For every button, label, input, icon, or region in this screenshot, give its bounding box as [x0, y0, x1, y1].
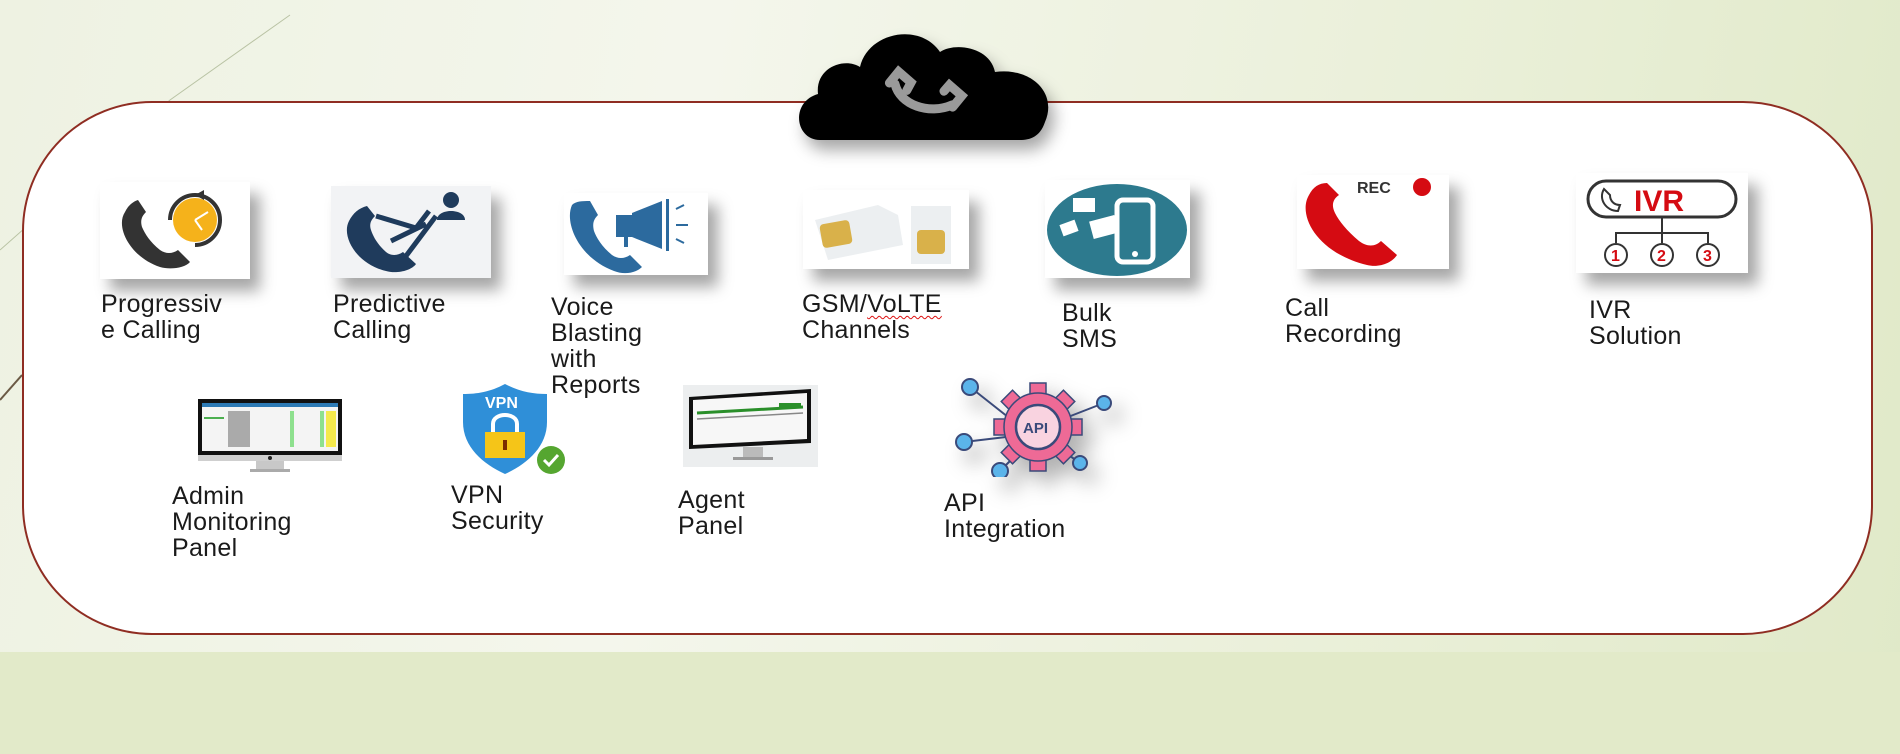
progressive-calling-icon [100, 182, 250, 279]
bulk-sms-icon [1045, 180, 1190, 278]
rec-badge-text: REC [1357, 180, 1391, 197]
agent-monitor-icon [683, 385, 818, 467]
call-recording-icon: REC [1297, 175, 1449, 269]
feature-label: Progressiv e Calling [101, 290, 223, 344]
predictive-calling-icon [331, 186, 491, 278]
voice-blasting-icon [564, 193, 708, 275]
feature-label: Agent Panel [678, 486, 745, 540]
feature-label: IVR Solution [1589, 296, 1682, 350]
feature-label: API Integration [944, 489, 1066, 543]
ivr-option-2: 2 [1657, 248, 1666, 265]
vpn-shield-icon: VPN [455, 382, 577, 476]
feature-label: Predictive Calling [333, 290, 446, 344]
feature-label: VPN Security [451, 481, 544, 535]
vpn-badge-text: VPN [485, 395, 518, 412]
feature-label: GSM/VoLTE Channels [802, 290, 942, 344]
ivr-badge-text: IVR [1634, 185, 1684, 218]
api-badge-text: API [1023, 420, 1048, 437]
background-band [0, 652, 1900, 754]
sim-card-icon [803, 190, 969, 269]
ivr-option-3: 3 [1703, 248, 1712, 265]
feature-label: Call Recording [1285, 294, 1402, 348]
admin-monitor-icon [196, 397, 344, 475]
ivr-icon: IVR 1 2 3 [1576, 173, 1748, 273]
feature-label: Bulk SMS [1062, 299, 1118, 353]
feature-label: Admin Monitoring Panel [172, 482, 292, 562]
ivr-option-1: 1 [1611, 248, 1620, 265]
cloud-phone-icon [790, 22, 1060, 142]
api-gear-icon: API [948, 377, 1123, 477]
